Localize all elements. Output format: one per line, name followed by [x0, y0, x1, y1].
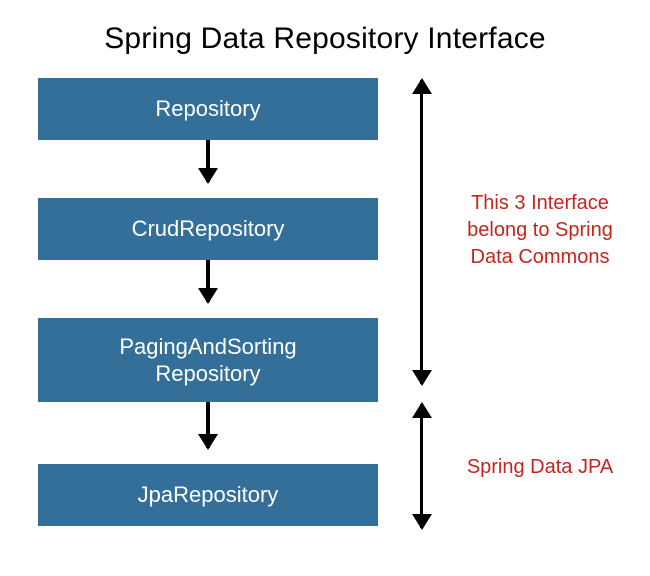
- hierarchy-column: Repository CrudRepository PagingAndSorti…: [38, 78, 378, 526]
- arrow-down-icon: [206, 260, 210, 302]
- annotation-commons: This 3 Interface belong to Spring Data C…: [450, 190, 630, 271]
- arrow-down-icon: [206, 140, 210, 182]
- box-paging-sorting-repository: PagingAndSorting Repository: [38, 318, 378, 402]
- double-arrow-icon: [420, 80, 423, 384]
- box-label: Repository: [155, 95, 260, 123]
- box-label: CrudRepository: [132, 215, 285, 243]
- diagram-title: Spring Data Repository Interface: [0, 0, 650, 74]
- box-repository: Repository: [38, 78, 378, 140]
- box-jpa-repository: JpaRepository: [38, 464, 378, 526]
- arrow-down-icon: [206, 402, 210, 448]
- double-arrow-icon: [420, 404, 423, 528]
- box-label: PagingAndSorting Repository: [119, 333, 296, 388]
- annotation-jpa: Spring Data JPA: [450, 454, 630, 481]
- box-label: JpaRepository: [138, 481, 279, 509]
- box-crud-repository: CrudRepository: [38, 198, 378, 260]
